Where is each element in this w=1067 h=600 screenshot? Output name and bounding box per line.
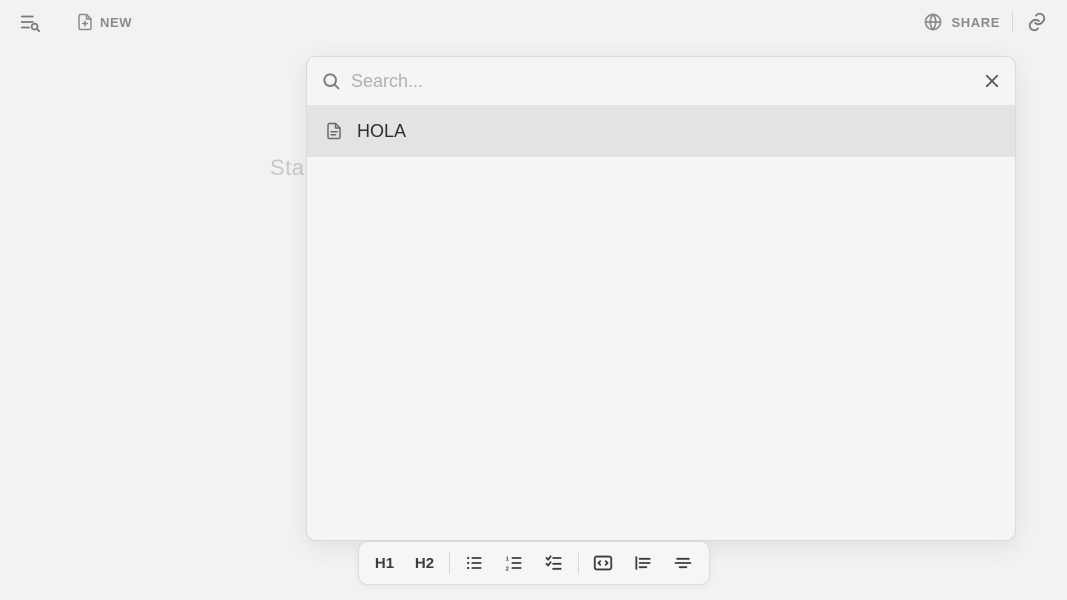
- divider: [449, 552, 450, 574]
- topbar: NEW SHARE: [0, 0, 1067, 44]
- close-button[interactable]: [979, 68, 1005, 94]
- checklist-button[interactable]: [534, 545, 574, 581]
- divider: [578, 552, 579, 574]
- divider: [1012, 12, 1013, 32]
- heading2-label: H2: [415, 555, 434, 572]
- divider-button[interactable]: [663, 545, 703, 581]
- editor-placeholder: Sta: [270, 155, 305, 181]
- quote-icon: [633, 553, 653, 573]
- menu-search-button[interactable]: [12, 4, 48, 40]
- heading1-label: H1: [375, 555, 394, 572]
- checklist-icon: [544, 553, 564, 573]
- link-icon: [1026, 11, 1048, 33]
- heading1-button[interactable]: H1: [365, 545, 405, 581]
- horizontal-rule-icon: [673, 553, 693, 573]
- svg-text:1: 1: [505, 557, 509, 563]
- link-button[interactable]: [1019, 4, 1055, 40]
- search-modal: HOLA: [306, 56, 1016, 541]
- heading2-button[interactable]: H2: [405, 545, 445, 581]
- search-icon: [321, 71, 341, 91]
- quote-button[interactable]: [623, 545, 663, 581]
- new-document-label: NEW: [100, 15, 132, 30]
- bullet-list-icon: [464, 553, 484, 573]
- numbered-list-button[interactable]: 1 2: [494, 545, 534, 581]
- bullet-list-button[interactable]: [454, 545, 494, 581]
- share-label: SHARE: [951, 15, 1000, 30]
- numbered-list-icon: 1 2: [504, 553, 524, 573]
- search-row: [307, 57, 1015, 105]
- document-icon: [325, 122, 343, 140]
- search-result-title: HOLA: [357, 121, 406, 142]
- topbar-right: SHARE: [917, 4, 1055, 40]
- code-block-icon: [592, 552, 614, 574]
- new-document-button[interactable]: NEW: [68, 4, 140, 40]
- menu-search-icon: [19, 11, 41, 33]
- search-input[interactable]: [351, 71, 979, 92]
- share-button[interactable]: SHARE: [917, 4, 1006, 40]
- search-results: HOLA: [307, 105, 1015, 540]
- globe-icon: [923, 12, 943, 32]
- topbar-left: NEW: [12, 4, 140, 40]
- new-document-icon: [76, 13, 94, 31]
- close-icon: [983, 72, 1001, 90]
- code-block-button[interactable]: [583, 545, 623, 581]
- svg-text:2: 2: [505, 567, 509, 573]
- format-toolbar: H1 H2 1 2: [358, 541, 710, 585]
- search-result-item[interactable]: HOLA: [307, 105, 1015, 157]
